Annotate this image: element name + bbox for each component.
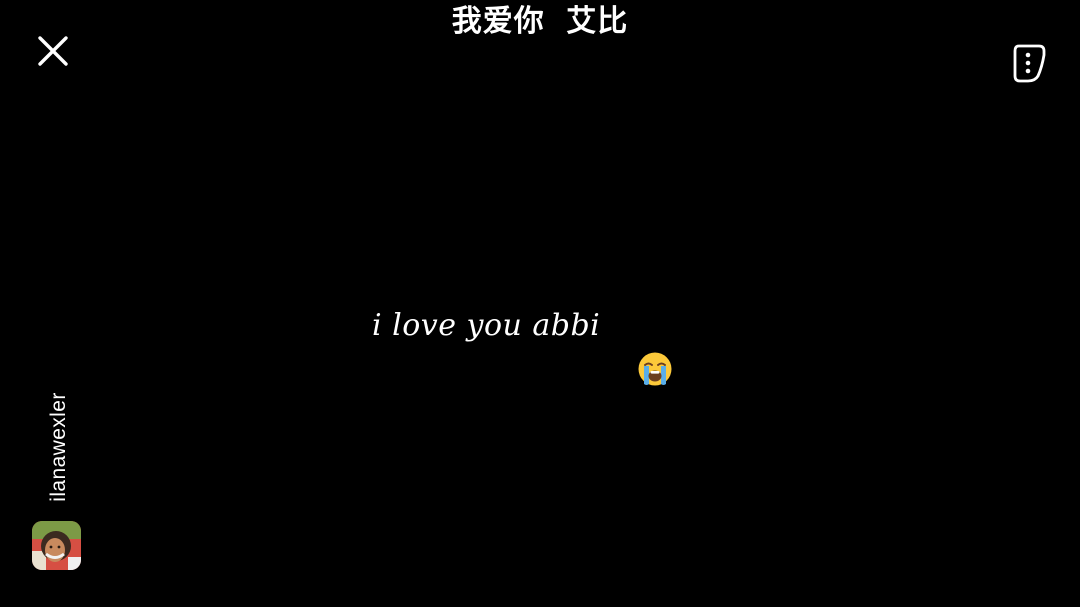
story-caption: 我爱你 艾比 (451, 4, 629, 39)
loudly-crying-face-icon (637, 351, 673, 387)
author-avatar[interactable] (32, 521, 81, 570)
more-vertical-icon (1013, 44, 1046, 83)
author-username[interactable]: ilanawexler (47, 392, 71, 501)
story-text: i love you abbi (372, 308, 601, 343)
more-options-button[interactable] (1011, 41, 1047, 85)
